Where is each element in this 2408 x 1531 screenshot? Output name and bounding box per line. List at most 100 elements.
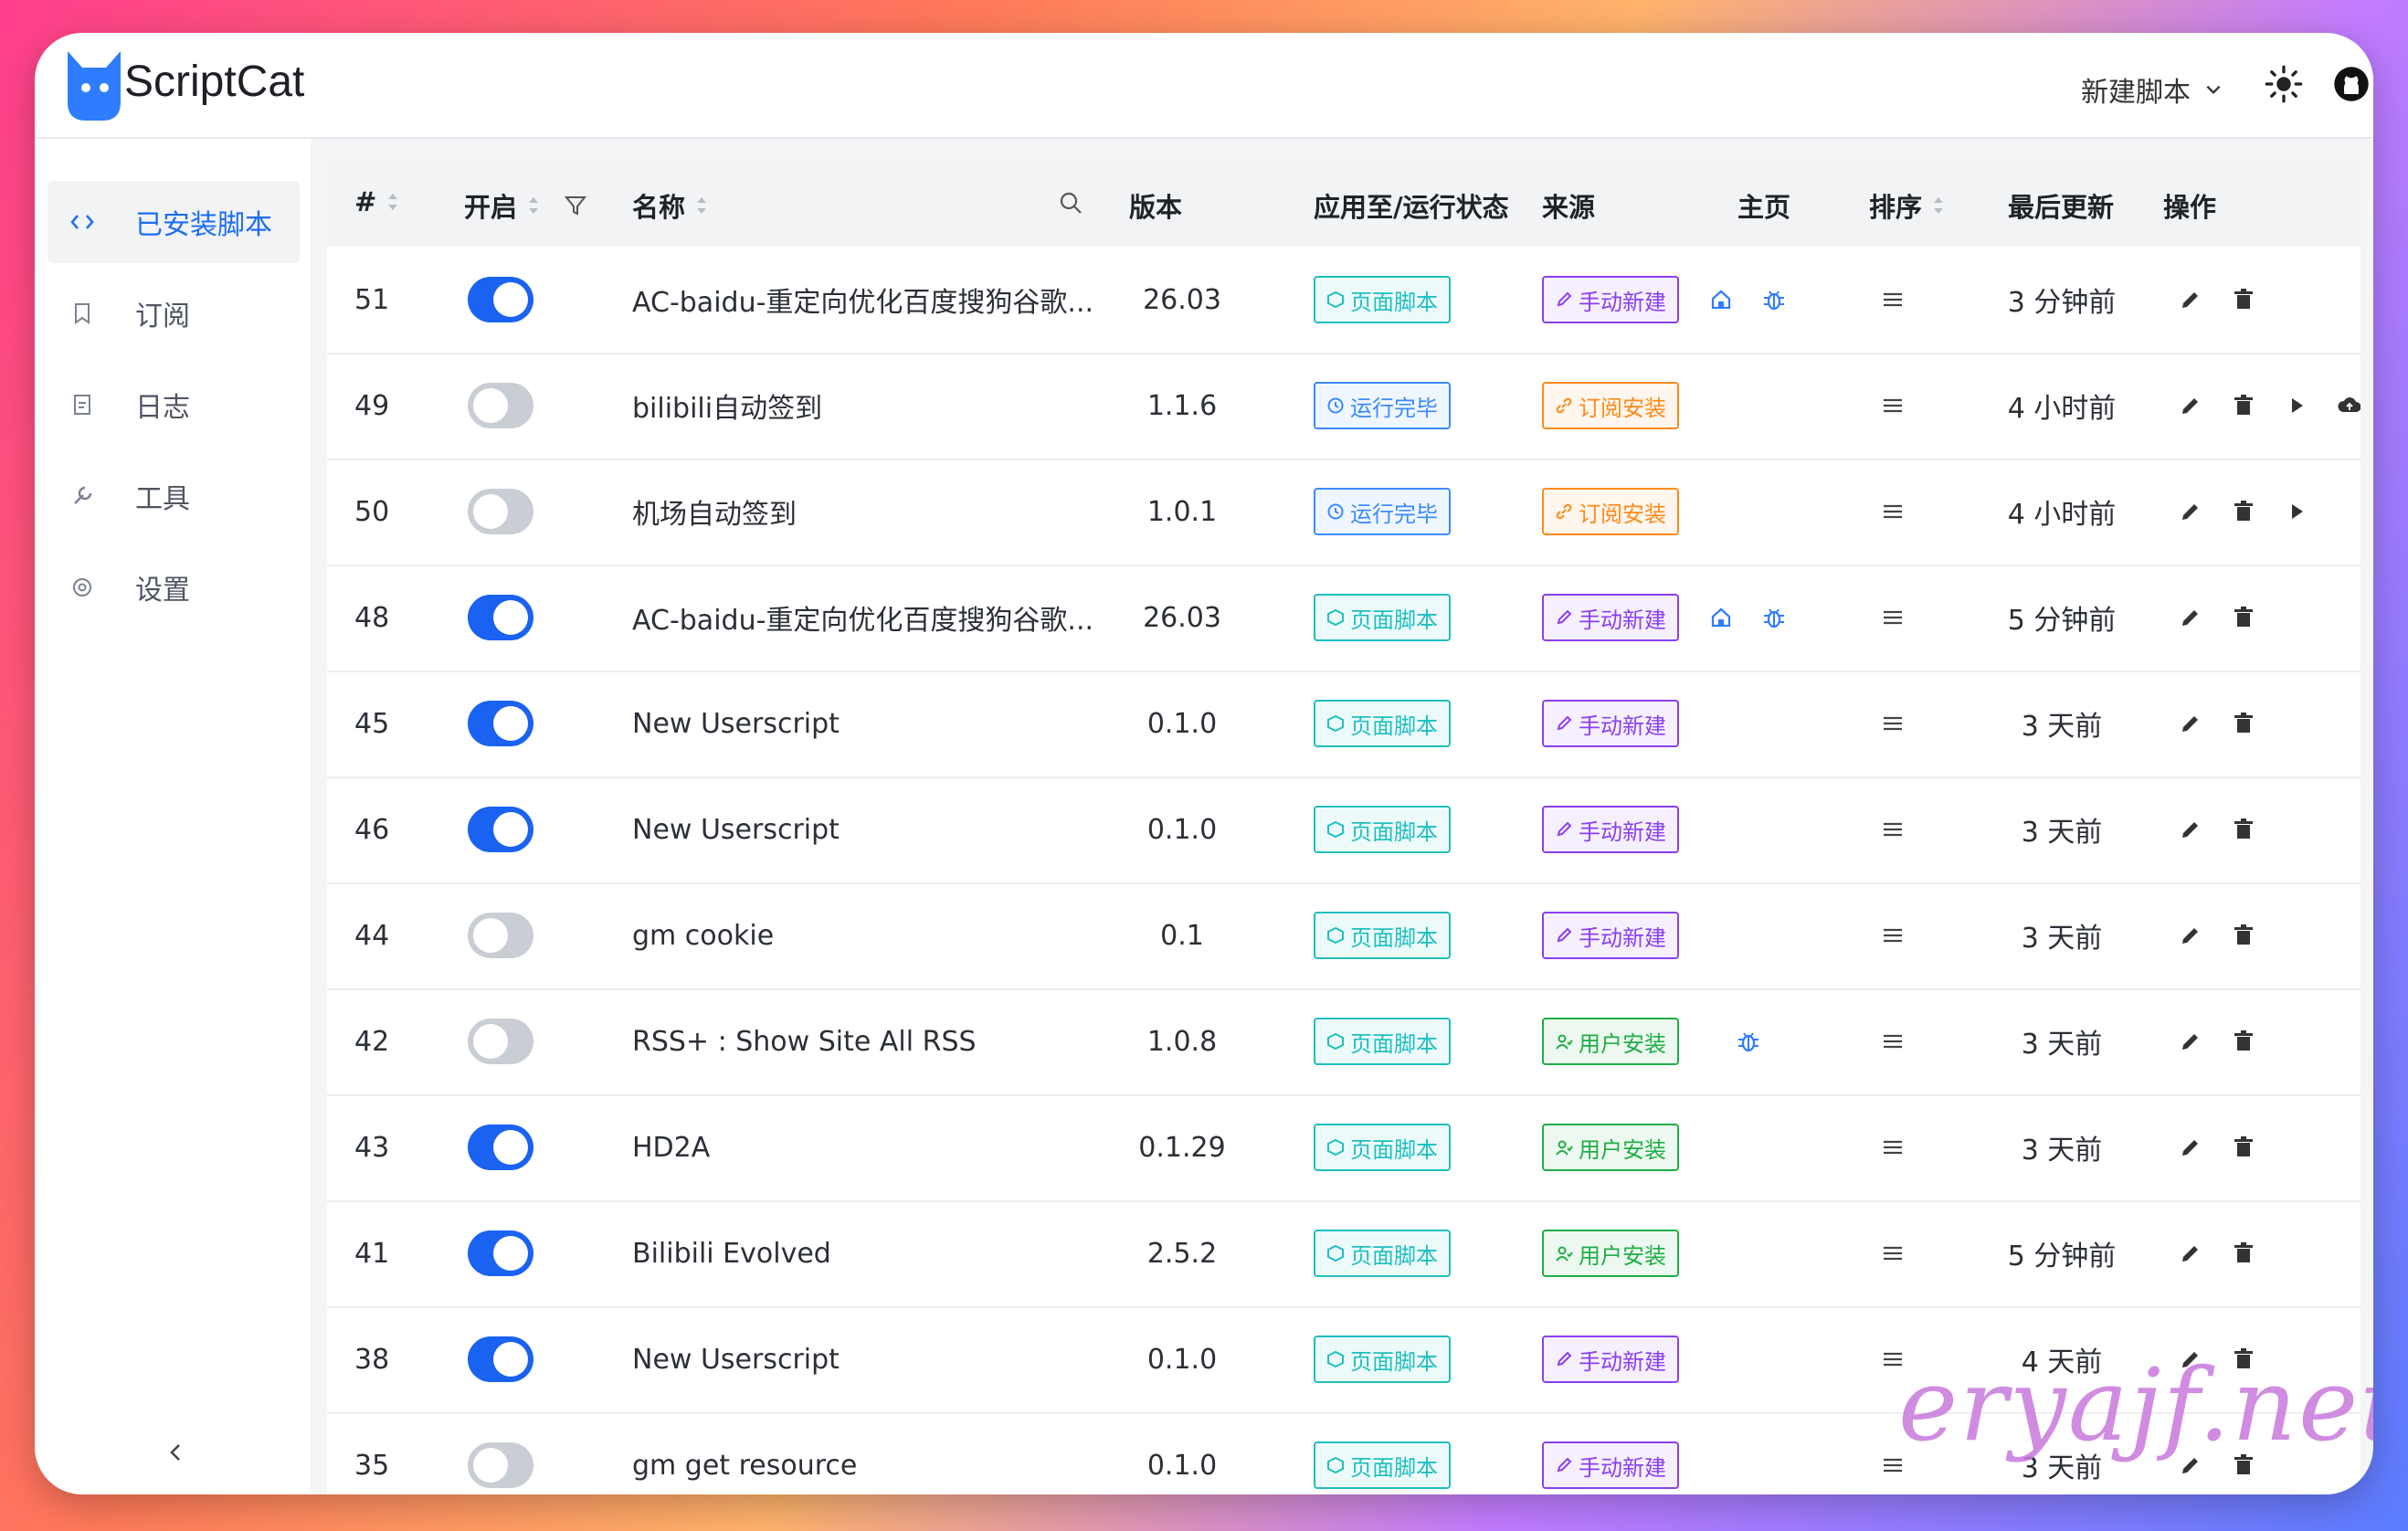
edit-icon[interactable] [2178,817,2203,842]
delete-icon[interactable] [2231,817,2256,842]
drag-handle-icon[interactable] [1880,1135,1906,1160]
delete-icon[interactable] [2231,287,2256,312]
sidebar-item-logs[interactable]: 日志 [48,364,300,446]
enable-toggle[interactable] [468,489,533,534]
enable-toggle[interactable] [468,595,533,640]
edit-icon[interactable] [2178,1241,2203,1266]
search-icon[interactable] [1058,190,1083,216]
sort-icon[interactable] [526,192,541,219]
delete-icon[interactable] [2231,499,2256,524]
cube-icon [1327,820,1344,839]
edit-icon[interactable] [2178,287,2203,312]
col-header-enabled[interactable]: 开启 [464,186,588,225]
bug-icon[interactable] [1761,287,1787,312]
source-tag-label: 手动新建 [1579,1454,1666,1481]
edit-icon[interactable] [2178,1029,2203,1054]
edit-icon[interactable] [2178,1135,2203,1160]
enable-toggle[interactable] [468,1336,533,1382]
enable-toggle[interactable] [468,1124,533,1170]
delete-icon[interactable] [2231,1241,2256,1266]
play-icon[interactable] [2284,393,2309,418]
col-header-name[interactable]: 名称 [632,186,709,225]
enable-toggle[interactable] [468,807,533,852]
script-name[interactable]: AC-baidu-重定向优化百度搜狗谷歌... [632,565,1093,670]
drag-handle-icon[interactable] [1880,817,1906,842]
home-icon[interactable] [1708,605,1734,630]
cube-icon [1327,1244,1344,1262]
script-name[interactable]: bilibili自动签到 [632,353,822,459]
edit-icon[interactable] [2178,711,2203,736]
github-icon[interactable] [2331,64,2371,104]
drag-handle-icon[interactable] [1880,1241,1906,1266]
status-tag-cell: 页面脚本 [1314,247,1451,353]
source-tag-label: 手动新建 [1579,818,1666,845]
source-tag-cell: 用户安装 [1542,988,1679,1094]
script-name[interactable]: 机场自动签到 [632,459,797,565]
row-id: 50 [354,495,390,528]
enable-toggle[interactable] [468,913,533,958]
home-icon[interactable] [1708,287,1734,312]
drag-handle-cell [1880,247,1906,353]
script-name[interactable]: AC-baidu-重定向优化百度搜狗谷歌... [632,247,1093,353]
cube-icon [1327,290,1344,309]
sun-icon[interactable] [2264,64,2304,104]
source-tag: 用户安装 [1542,1124,1679,1171]
new-script-dropdown[interactable]: 新建脚本 [2081,69,2223,110]
drag-handle-icon[interactable] [1880,1029,1906,1054]
delete-icon[interactable] [2231,605,2256,630]
drag-handle-icon[interactable] [1880,287,1906,312]
enable-toggle[interactable] [468,383,533,428]
delete-icon[interactable] [2231,923,2256,948]
col-header-id[interactable]: # [354,186,400,217]
enable-toggle-cell [468,565,533,670]
edit-icon[interactable] [2178,499,2203,524]
enable-toggle[interactable] [468,1442,533,1488]
enable-toggle[interactable] [468,1019,533,1064]
script-name[interactable]: HD2A [632,1094,710,1200]
collapse-sidebar-icon[interactable] [163,1440,188,1465]
script-name[interactable]: New Userscript [632,1306,840,1412]
bug-icon[interactable] [1761,605,1787,630]
edit-icon[interactable] [2178,923,2203,948]
enable-toggle[interactable] [468,1230,533,1276]
script-name[interactable]: New Userscript [632,776,840,882]
filter-icon[interactable] [563,193,588,218]
script-name[interactable]: New Userscript [632,670,840,776]
col-header-label: 开启 [464,192,518,223]
sidebar-item-subscriptions[interactable]: 订阅 [48,272,300,354]
link-icon [1556,503,1572,520]
script-name[interactable]: Bilibili Evolved [632,1200,831,1306]
drag-handle-icon[interactable] [1880,393,1906,418]
bug-icon[interactable] [1736,1029,1761,1054]
script-name[interactable]: gm cookie [632,882,774,988]
col-header-order[interactable]: 排序 [1869,186,1946,225]
sort-icon[interactable] [694,192,709,219]
table-row: 51 AC-baidu-重定向优化百度搜狗谷歌... 26.03 页面脚本 手动新建 3 … [327,247,2360,354]
source-tag: 订阅安装 [1542,488,1679,535]
script-name[interactable]: RSS+ : Show Site All RSS [632,988,977,1094]
drag-handle-icon[interactable] [1880,923,1906,948]
enable-toggle[interactable] [468,701,533,746]
delete-icon[interactable] [2231,1029,2256,1054]
play-icon[interactable] [2284,499,2309,524]
delete-icon[interactable] [2231,1135,2256,1160]
sort-icon[interactable] [1931,192,1946,219]
status-tag-label: 页面脚本 [1350,1136,1438,1163]
drag-handle-icon[interactable] [1880,605,1906,630]
cube-icon [1327,926,1344,945]
bug-report-cell [1761,247,1787,353]
delete-icon[interactable] [2231,393,2256,418]
script-name[interactable]: gm get resource [632,1412,857,1494]
edit-icon[interactable] [2178,605,2203,630]
delete-icon[interactable] [2231,711,2256,736]
sidebar-item-tools[interactable]: 工具 [48,455,300,537]
sort-icon[interactable] [385,188,400,216]
sidebar-item-settings[interactable]: 设置 [48,546,300,628]
edit-icon[interactable] [2178,393,2203,418]
drag-handle-icon[interactable] [1880,711,1906,736]
cloud-upload-icon[interactable] [2337,393,2360,418]
enable-toggle[interactable] [468,277,533,322]
drag-handle-icon[interactable] [1880,499,1906,524]
sidebar-item-installed-scripts[interactable]: 已安装脚本 [48,181,300,263]
toggle-knob [493,706,528,741]
